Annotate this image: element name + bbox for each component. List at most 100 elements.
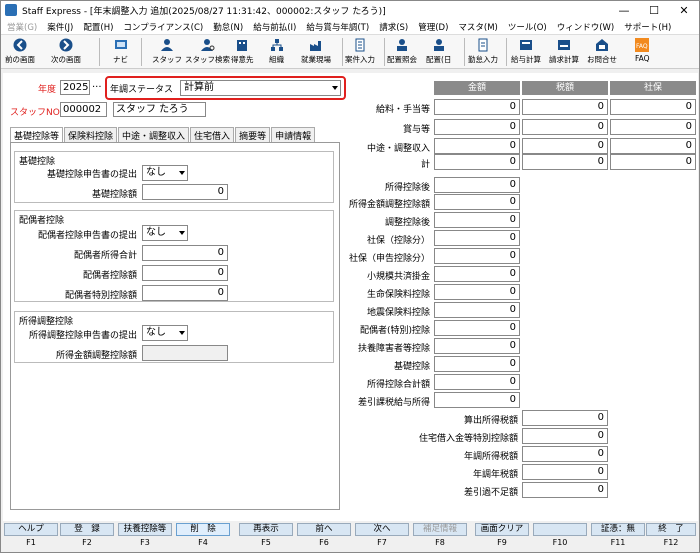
row-chuto-shaho: 0 bbox=[610, 138, 696, 154]
row-shoyo-kingaku: 0 bbox=[434, 119, 520, 135]
arrow-left-icon bbox=[13, 38, 27, 52]
app-icon bbox=[5, 4, 17, 16]
main-window: Staff Express - [年末調整入力 追加(2025/08/27 11… bbox=[0, 0, 700, 553]
f2-register-button[interactable]: 登 録 F2 bbox=[60, 523, 114, 553]
f12-exit-button[interactable]: 終 了 F12 bbox=[646, 523, 696, 553]
tax-value-4: 0 bbox=[522, 482, 608, 498]
shotoku-submit-select[interactable]: なし bbox=[142, 325, 188, 341]
haigusha-deduct-value: 0 bbox=[142, 265, 228, 281]
tab-kiso[interactable]: 基礎控除等 bbox=[10, 127, 64, 142]
tax-value-2: 0 bbox=[522, 446, 608, 462]
year-dots-button[interactable]: ... bbox=[92, 79, 102, 90]
tax-label-4: 差引過不足額 bbox=[463, 488, 518, 498]
f1-help-button[interactable]: ヘルプ F1 bbox=[4, 523, 58, 553]
row-shoyo-label: 賞与等 bbox=[402, 125, 430, 135]
f4-delete-button[interactable]: 削 除 F4 bbox=[176, 523, 230, 553]
haichi-nichi-button[interactable]: 配置(日 bbox=[426, 35, 451, 69]
tab-hokenryo[interactable]: 保険料控除 bbox=[64, 127, 118, 142]
kiso-submit-select[interactable]: なし bbox=[142, 165, 188, 181]
haichi-shokai-button[interactable]: 配置照会 bbox=[387, 35, 417, 69]
f11-evidence-button[interactable]: 証憑：無 F11 bbox=[591, 523, 645, 553]
year-input[interactable]: 2025 bbox=[60, 80, 90, 95]
payroll-icon bbox=[519, 38, 533, 52]
tab-jutaku[interactable]: 住宅借入 bbox=[190, 127, 235, 142]
row-chuto-kingaku: 0 bbox=[434, 138, 520, 154]
person-search-icon bbox=[200, 38, 215, 52]
menu-tool[interactable]: ツール(O) bbox=[508, 21, 547, 33]
nav-icon bbox=[114, 38, 128, 52]
haigusha-income-label: 配偶者所得合計 bbox=[73, 251, 137, 261]
f6-prev-button[interactable]: 前へ F6 bbox=[297, 523, 351, 553]
staff-search-button[interactable]: スタッフ検索 bbox=[185, 35, 230, 69]
minimize-button[interactable]: — bbox=[609, 1, 639, 19]
tax-value-0: 0 bbox=[522, 410, 608, 426]
row-mid-label-7: 地震保険料控除 bbox=[366, 308, 430, 318]
f7-next-button[interactable]: 次へ F7 bbox=[355, 523, 409, 553]
haigusha-submit-select[interactable]: なし bbox=[142, 225, 188, 241]
menu-seikyu[interactable]: 請求(S) bbox=[379, 21, 408, 33]
row-total-label: 計 bbox=[420, 160, 430, 170]
row-chuto-zeigaku: 0 bbox=[522, 138, 608, 154]
job-entry-button[interactable]: 案件入力 bbox=[345, 35, 375, 69]
tab-tekiyo[interactable]: 摘要等 bbox=[235, 127, 271, 142]
row-mid-value-4: 0 bbox=[434, 248, 520, 264]
mailbox-icon bbox=[595, 38, 609, 52]
faq-icon: FAQ bbox=[635, 38, 650, 52]
row-total-zeigaku: 0 bbox=[522, 154, 608, 170]
haigusha-deduct-label: 配偶者控除額 bbox=[82, 271, 137, 281]
menu-haichi[interactable]: 配置(H) bbox=[83, 21, 113, 33]
seikyu-button[interactable]: 請求計算 bbox=[549, 35, 579, 69]
f3-fuyo-button[interactable]: 扶養控除等 F3 bbox=[118, 523, 172, 553]
title-bar: Staff Express - [年末調整入力 追加(2025/08/27 11… bbox=[1, 1, 699, 19]
chevron-down-icon bbox=[179, 231, 185, 235]
arrow-right-icon bbox=[59, 38, 73, 52]
tab-shinsei[interactable]: 申請情報 bbox=[271, 127, 316, 142]
row-mid-value-6: 0 bbox=[434, 284, 520, 300]
kiso-amount-value: 0 bbox=[142, 184, 228, 200]
f5-refresh-button[interactable]: 再表示 F5 bbox=[239, 523, 293, 553]
tab-chuto[interactable]: 中途・調整収入 bbox=[118, 127, 190, 142]
year-label: 年度 bbox=[38, 85, 57, 95]
status-select[interactable]: 計算前 bbox=[180, 80, 341, 96]
row-mid-value-7: 0 bbox=[434, 302, 520, 318]
row-mid-label-10: 基礎控除 bbox=[393, 362, 430, 372]
menu-eigyo[interactable]: 営業(G) bbox=[7, 21, 37, 33]
menu-kanri[interactable]: 管理(D) bbox=[418, 21, 448, 33]
staff-no-input[interactable]: 000002 bbox=[60, 102, 107, 117]
shotoku-group-title: 所得調整控除 bbox=[19, 317, 74, 327]
f8-hosoku-button[interactable]: 補足情報 F8 bbox=[413, 523, 467, 553]
menu-compliance[interactable]: コンプライアンス(C) bbox=[123, 21, 203, 33]
kyuyo-button[interactable]: 給与計算 bbox=[511, 35, 541, 69]
org-button[interactable]: 組織 bbox=[269, 35, 284, 69]
menu-kyuyo-maebarai[interactable]: 給与前払(I) bbox=[253, 21, 296, 33]
next-button[interactable]: 次の画面 bbox=[51, 35, 81, 69]
close-button[interactable]: ✕ bbox=[669, 1, 699, 19]
maximize-button[interactable]: ☐ bbox=[639, 1, 669, 19]
menu-window[interactable]: ウィンドウ(W) bbox=[557, 21, 615, 33]
back-button[interactable]: 前の画面 bbox=[5, 35, 35, 69]
nav-button[interactable]: ナビ bbox=[113, 35, 128, 69]
tax-label-1: 住宅借入金等特別控除額 bbox=[418, 434, 518, 444]
row-mid-value-10: 0 bbox=[434, 356, 520, 372]
row-kyuryo-zeigaku: 0 bbox=[522, 99, 608, 115]
haigusha-special-value: 0 bbox=[142, 285, 228, 301]
menu-anken[interactable]: 案件(J) bbox=[47, 21, 73, 33]
menu-kintai[interactable]: 勤怠(N) bbox=[213, 21, 243, 33]
toolbar: 前の画面 次の画面 ナビ スタッフ スタッフ検索 得意先 組織 就業現場 案件入… bbox=[1, 35, 699, 69]
faq-button[interactable]: FAQ FAQ bbox=[635, 35, 650, 69]
f9-clear-button[interactable]: 画面クリア F9 bbox=[475, 523, 529, 553]
person-icon bbox=[160, 38, 174, 52]
inquiry-button[interactable]: お問合せ bbox=[587, 35, 617, 69]
menu-kyuyo-shoyo[interactable]: 給与賞与年調(T) bbox=[306, 21, 369, 33]
site-button[interactable]: 就業現場 bbox=[301, 35, 331, 69]
kintai-button[interactable]: 勤怠入力 bbox=[468, 35, 498, 69]
tax-label-3: 年調年税額 bbox=[472, 470, 518, 480]
client-button[interactable]: 得意先 bbox=[231, 35, 254, 69]
f10-button[interactable]: F10 bbox=[533, 523, 587, 553]
timesheet-icon bbox=[476, 38, 490, 52]
staff-button[interactable]: スタッフ bbox=[152, 35, 182, 69]
haigusha-group-title: 配偶者控除 bbox=[19, 216, 65, 226]
menu-support[interactable]: サポート(H) bbox=[624, 21, 671, 33]
chevron-down-icon bbox=[179, 331, 185, 335]
menu-master[interactable]: マスタ(M) bbox=[458, 21, 497, 33]
